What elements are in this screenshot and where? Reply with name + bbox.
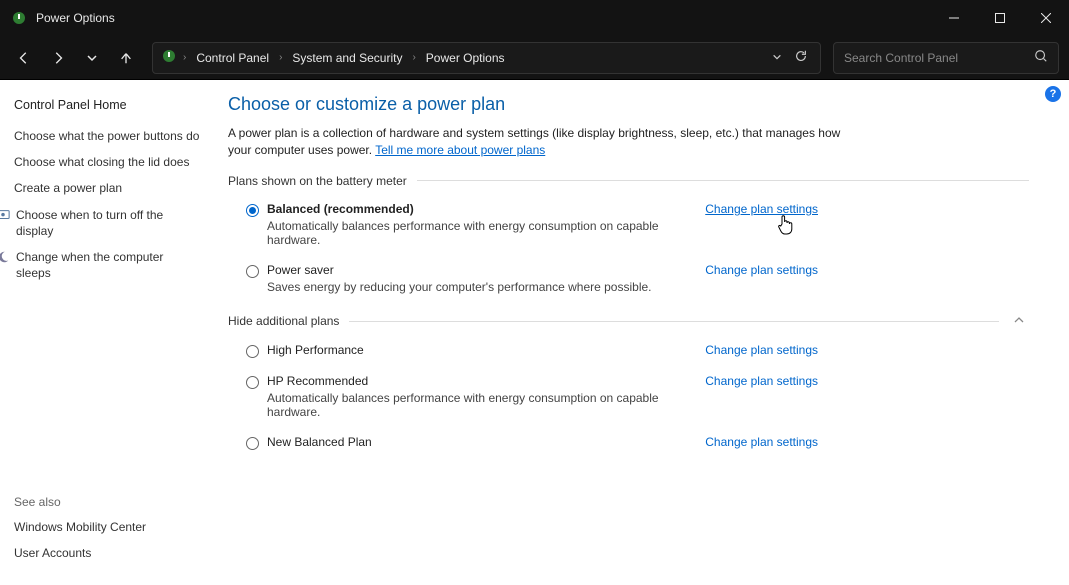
address-bar[interactable]: › Control Panel › System and Security › … — [152, 42, 821, 74]
sidebar-link-closing-lid[interactable]: Choose what closing the lid does — [14, 154, 200, 170]
control-panel-home-link[interactable]: Control Panel Home — [14, 98, 200, 112]
sidebar-link-power-buttons[interactable]: Choose what the power buttons do — [14, 128, 200, 144]
breadcrumb-item-control-panel[interactable]: Control Panel — [192, 49, 273, 67]
radio-power-saver[interactable] — [246, 265, 259, 278]
sidebar-link-display-off[interactable]: Choose when to turn off the display — [0, 207, 200, 239]
maximize-button[interactable] — [977, 0, 1023, 36]
see-also-user-accounts[interactable]: User Accounts — [14, 545, 200, 561]
plan-desc-balanced: Automatically balances performance with … — [267, 219, 685, 247]
radio-new-balanced[interactable] — [246, 437, 259, 450]
see-also-heading: See also — [14, 495, 200, 509]
plan-balanced: Balanced (recommended) Automatically bal… — [228, 198, 818, 259]
search-input[interactable] — [844, 51, 1034, 65]
plan-name-hp-recommended[interactable]: HP Recommended — [267, 374, 685, 388]
page-title: Choose or customize a power plan — [228, 94, 1029, 115]
divider — [417, 180, 1029, 181]
content-area: ? Control Panel Home Choose what the pow… — [0, 80, 1069, 585]
help-button[interactable]: ? — [1045, 86, 1061, 102]
moon-icon — [0, 250, 10, 264]
radio-high-performance[interactable] — [246, 345, 259, 358]
see-also-mobility-center[interactable]: Windows Mobility Center — [14, 519, 200, 535]
breadcrumb-item-power-options[interactable]: Power Options — [422, 49, 509, 67]
address-icon — [161, 48, 177, 67]
forward-button[interactable] — [44, 44, 72, 72]
refresh-button[interactable] — [790, 45, 812, 70]
change-plan-link-new-balanced[interactable]: Change plan settings — [705, 435, 818, 449]
page-description: A power plan is a collection of hardware… — [228, 125, 848, 160]
search-icon[interactable] — [1034, 49, 1048, 66]
chevron-right-icon: › — [181, 52, 188, 63]
breadcrumb-item-system-security[interactable]: System and Security — [288, 49, 406, 67]
main-panel: Choose or customize a power plan A power… — [214, 80, 1069, 585]
section-label-text: Hide additional plans — [228, 314, 339, 328]
collapse-icon[interactable] — [1009, 314, 1029, 329]
plan-name-high-performance[interactable]: High Performance — [267, 343, 685, 357]
plan-desc-power-saver: Saves energy by reducing your computer's… — [267, 280, 685, 294]
plan-name-power-saver[interactable]: Power saver — [267, 263, 685, 277]
display-icon — [0, 208, 10, 222]
plan-hp-recommended: HP Recommended Automatically balances pe… — [228, 370, 818, 431]
plan-new-balanced: New Balanced Plan Change plan settings — [228, 431, 818, 462]
sidebar-link-label: Change when the computer sleeps — [16, 249, 200, 281]
close-button[interactable] — [1023, 0, 1069, 36]
window-controls — [931, 0, 1069, 36]
address-dropdown-button[interactable] — [768, 47, 786, 69]
plan-high-performance: High Performance Change plan settings — [228, 339, 818, 370]
see-also-section: See also Windows Mobility Center User Ac… — [14, 495, 200, 571]
sidebar-link-create-plan[interactable]: Create a power plan — [14, 180, 200, 196]
window-title: Power Options — [36, 11, 115, 25]
plan-name-balanced[interactable]: Balanced (recommended) — [267, 202, 685, 216]
sidebar-link-label: Choose when to turn off the display — [16, 207, 200, 239]
chevron-right-icon: › — [277, 52, 284, 63]
section-hidden-plans[interactable]: Hide additional plans — [228, 314, 1029, 329]
plan-power-saver: Power saver Saves energy by reducing you… — [228, 259, 818, 306]
section-battery-plans: Plans shown on the battery meter — [228, 174, 1029, 188]
radio-hp-recommended[interactable] — [246, 376, 259, 389]
learn-more-link[interactable]: Tell me more about power plans — [375, 143, 545, 157]
up-button[interactable] — [112, 44, 140, 72]
plan-name-new-balanced[interactable]: New Balanced Plan — [267, 435, 685, 449]
sidebar: Control Panel Home Choose what the power… — [0, 80, 214, 585]
change-plan-link-power-saver[interactable]: Change plan settings — [705, 263, 818, 277]
toolbar: › Control Panel › System and Security › … — [0, 36, 1069, 80]
titlebar: Power Options — [0, 0, 1069, 36]
divider — [349, 321, 999, 322]
app-icon — [10, 9, 28, 27]
plan-desc-hp-recommended: Automatically balances performance with … — [267, 391, 685, 419]
chevron-right-icon: › — [410, 52, 417, 63]
change-plan-link-hp-recommended[interactable]: Change plan settings — [705, 374, 818, 388]
section-label-text: Plans shown on the battery meter — [228, 174, 407, 188]
back-button[interactable] — [10, 44, 38, 72]
change-plan-link-balanced[interactable]: Change plan settings — [705, 202, 818, 216]
change-plan-link-high-performance[interactable]: Change plan settings — [705, 343, 818, 357]
recent-locations-button[interactable] — [78, 44, 106, 72]
sidebar-link-sleep[interactable]: Change when the computer sleeps — [0, 249, 200, 281]
radio-balanced[interactable] — [246, 204, 259, 217]
search-bar[interactable] — [833, 42, 1059, 74]
minimize-button[interactable] — [931, 0, 977, 36]
